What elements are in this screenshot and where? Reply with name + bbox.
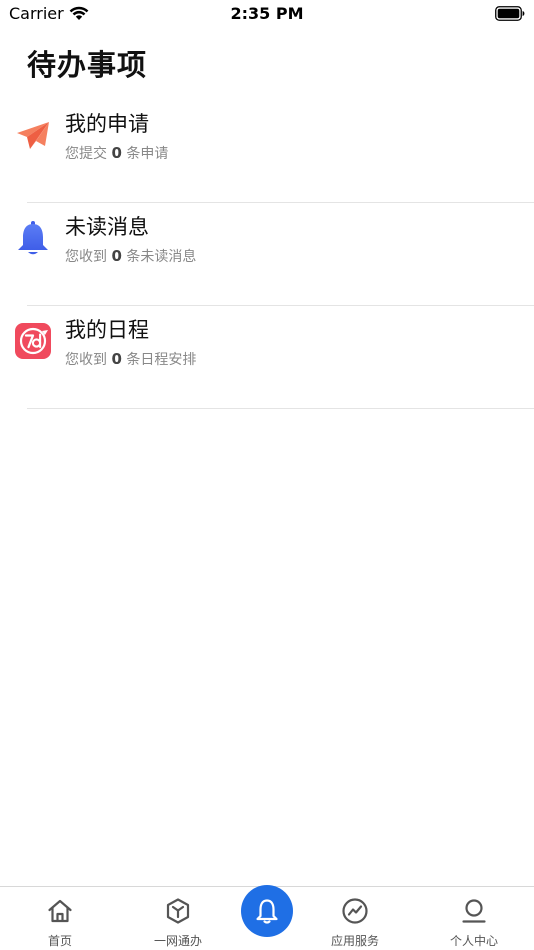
- tab-label: 个人中心: [449, 934, 498, 948]
- chart-icon: [341, 897, 369, 925]
- item-count: 0: [111, 144, 122, 162]
- todo-item-title: 未读消息: [65, 215, 149, 239]
- todo-item-title: 我的日程: [65, 318, 149, 342]
- tab-label: 一网通办: [153, 934, 202, 948]
- todo-item-unread-messages[interactable]: 未读消息 您收到 0 条未读消息: [0, 203, 534, 306]
- todo-item-schedule[interactable]: 我的日程 您收到 0 条日程安排: [0, 306, 534, 409]
- battery-icon: [495, 6, 525, 25]
- tab-home[interactable]: 首页: [16, 887, 104, 950]
- todo-screen: Carrier 2:35 PM 待办事项 我的申请 您提交 0 条申请 未读消息…: [0, 0, 534, 950]
- todo-list: 我的申请 您提交 0 条申请 未读消息 您收到 0 条未读消息 我的日程 您收到…: [0, 100, 534, 409]
- subtitle-prefix: 您提交: [65, 146, 107, 162]
- subtitle-prefix: 您收到: [65, 352, 107, 368]
- subtitle-suffix: 条未读消息: [126, 249, 197, 265]
- item-count: 0: [111, 247, 122, 265]
- page-title: 待办事项: [27, 48, 148, 82]
- bell-icon: [14, 219, 52, 257]
- tab-one-stop-service[interactable]: 一网通办: [133, 887, 223, 950]
- tab-notifications[interactable]: [241, 885, 293, 937]
- calendar-7d-icon: [14, 322, 52, 360]
- item-count: 0: [111, 350, 122, 368]
- tab-personal-center[interactable]: 个人中心: [429, 887, 519, 950]
- todo-item-title: 我的申请: [65, 112, 149, 136]
- subtitle-suffix: 条申请: [126, 146, 169, 162]
- home-icon: [46, 897, 74, 925]
- subtitle-suffix: 条日程安排: [126, 352, 197, 368]
- tab-label: 首页: [47, 934, 72, 948]
- status-bar: Carrier 2:35 PM: [0, 0, 534, 28]
- status-time: 2:35 PM: [230, 4, 304, 23]
- tab-app-services[interactable]: 应用服务: [310, 887, 400, 950]
- paper-plane-icon: [14, 116, 52, 154]
- cube-icon: [164, 897, 192, 925]
- todo-item-applications[interactable]: 我的申请 您提交 0 条申请: [0, 100, 534, 203]
- todo-item-subtitle: 您收到 0 条未读消息: [65, 246, 196, 266]
- todo-item-subtitle: 您收到 0 条日程安排: [65, 349, 196, 369]
- tab-label: 应用服务: [330, 934, 379, 948]
- todo-item-subtitle: 您提交 0 条申请: [65, 143, 168, 163]
- divider: [27, 408, 534, 409]
- bell-icon: [256, 899, 278, 924]
- subtitle-prefix: 您收到: [65, 249, 107, 265]
- tab-bar: 首页 一网通办 应用服务 个人中心: [0, 885, 534, 950]
- person-icon: [460, 897, 488, 925]
